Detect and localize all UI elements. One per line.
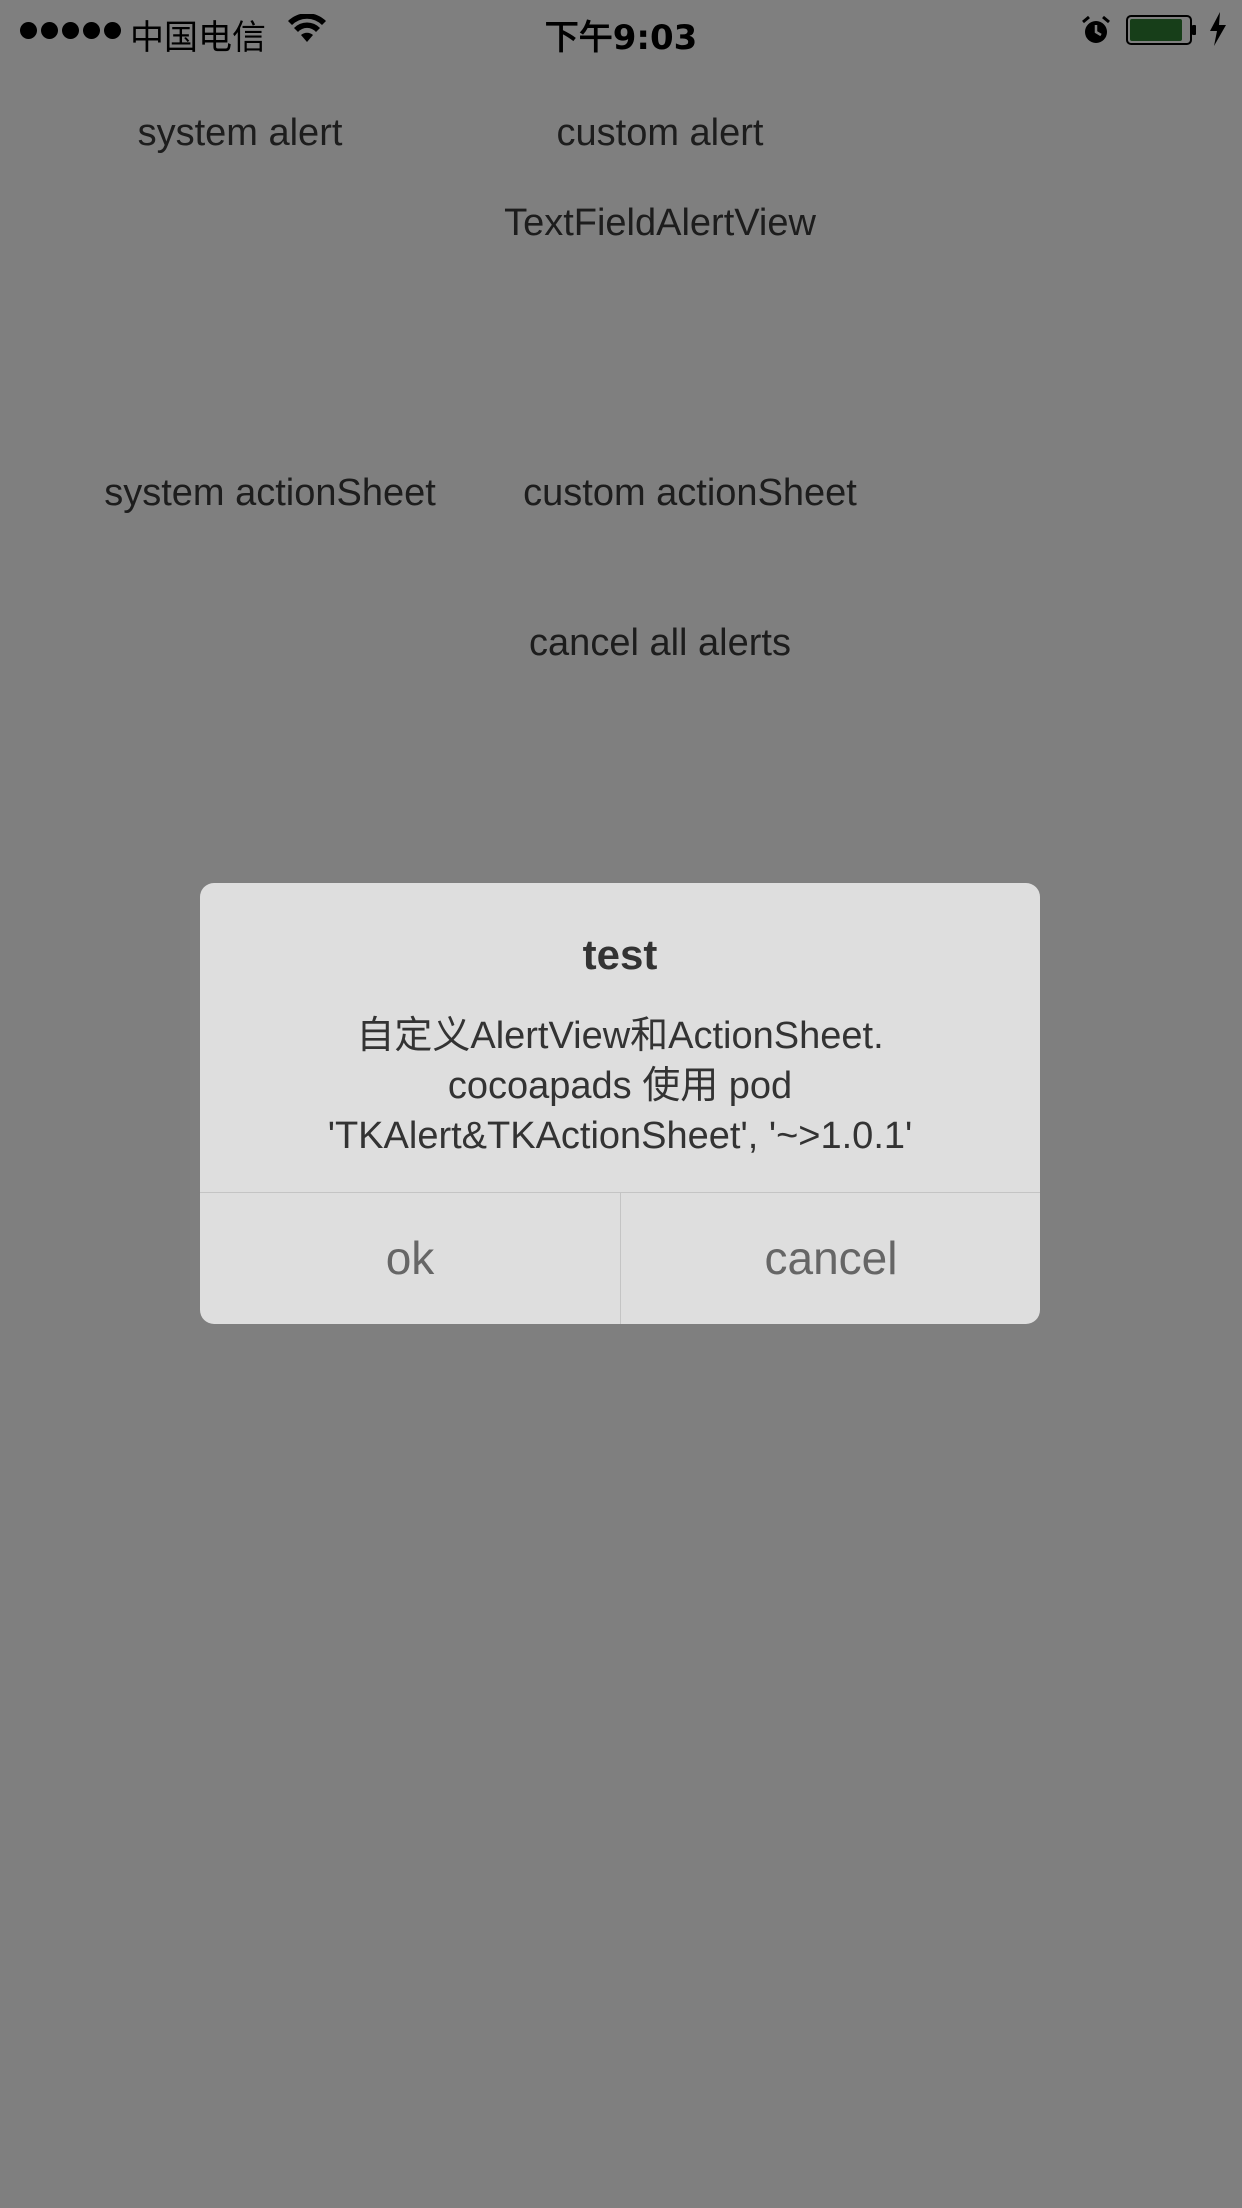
alert-message-line: 自定义AlertView和ActionSheet.: [356, 1015, 884, 1057]
screen: 中国电信 下午9:03 system alert custom alert Te…: [0, 0, 1242, 2208]
alert-cancel-button[interactable]: cancel: [621, 1193, 1040, 1324]
alert-ok-button[interactable]: ok: [200, 1193, 620, 1324]
alert-message-line: 'TKAlert&TKActionSheet', '~>1.0.1': [327, 1115, 913, 1157]
alert-message-line: cocoapads 使用 pod: [447, 1065, 793, 1107]
custom-alert-dialog: test 自定义AlertView和ActionSheet. cocoapads…: [200, 883, 1040, 1324]
alert-title: test: [582, 931, 658, 978]
alert-message: 自定义AlertView和ActionSheet. cocoapads 使用 p…: [220, 1011, 1020, 1161]
